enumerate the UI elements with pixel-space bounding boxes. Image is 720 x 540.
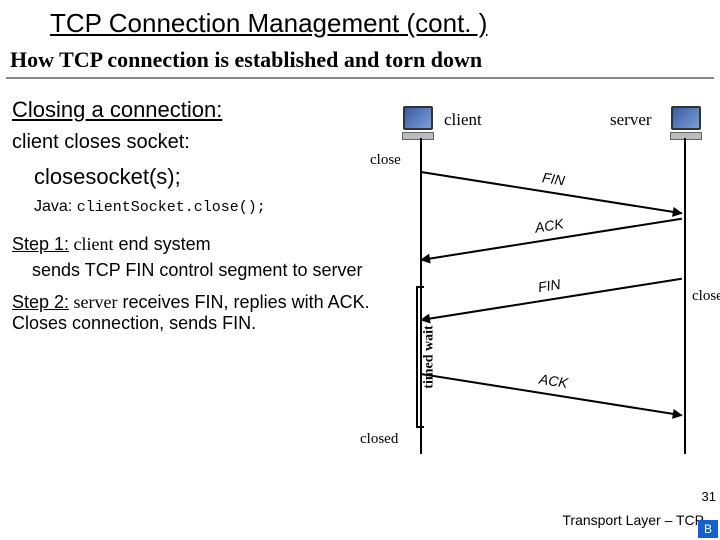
client-computer-icon: [400, 106, 436, 136]
left-column: Closing a connection: client closes sock…: [12, 97, 372, 334]
badge: B: [698, 520, 718, 538]
client-closes-text: client closes socket:: [12, 131, 372, 154]
client-label: client: [444, 110, 482, 130]
footer-text: Transport Layer – TCP: [562, 512, 704, 528]
subtitle-wrap: How TCP connection is established and to…: [6, 45, 714, 81]
msg-ack1: ACK: [420, 211, 683, 268]
closing-header: Closing a connection:: [12, 97, 372, 123]
msg-fin1-label: FIN: [422, 150, 685, 207]
java-prefix: Java:: [34, 198, 77, 215]
msg-fin2-label: FIN: [418, 257, 681, 314]
slide-subtitle: How TCP connection is established and to…: [6, 45, 714, 75]
server-lifeline: [684, 138, 686, 454]
server-computer-icon: [668, 106, 704, 136]
java-line: Java: clientSocket.close();: [34, 198, 372, 216]
msg-ack2-label: ACK: [422, 352, 685, 409]
client-closed-event: closed: [360, 431, 398, 448]
step1-client: client: [69, 234, 113, 254]
msg-ack2: ACK: [420, 366, 683, 423]
msg-ack1-label: ACK: [418, 197, 681, 254]
step1-label: Step 1:: [12, 234, 69, 254]
slide-title: TCP Connection Management (cont. ): [0, 0, 720, 43]
page-number: 31: [702, 489, 716, 504]
step2-heading: Step 2: server receives FIN, replies wit…: [12, 292, 372, 334]
sequence-diagram: client server close close closed FIN ACK…: [380, 106, 710, 486]
server-label: server: [610, 110, 652, 130]
step2-label: Step 2:: [12, 292, 69, 312]
step1-body: sends TCP FIN control segment to server: [32, 259, 372, 282]
client-close-event: close: [370, 152, 401, 169]
step2-server: server: [69, 292, 117, 312]
msg-fin2: FIN: [420, 271, 683, 328]
closesocket-call: closesocket(s);: [34, 164, 372, 190]
step1-tail: end system: [114, 234, 211, 254]
timed-wait-label: timed wait: [422, 325, 438, 388]
step1-heading: Step 1: client end system: [12, 234, 372, 255]
timed-wait-bracket: timed wait: [406, 286, 420, 428]
server-close-event: close: [692, 288, 720, 305]
java-code: clientSocket.close();: [77, 199, 266, 216]
msg-fin1: FIN: [420, 164, 683, 221]
